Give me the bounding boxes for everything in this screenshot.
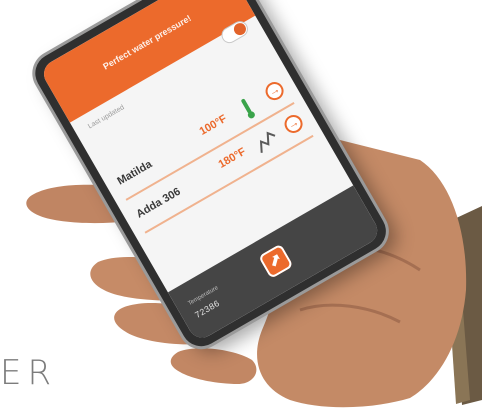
arrow-right-circle-icon[interactable]: → <box>281 111 306 137</box>
app-logo-icon[interactable]: ⬈ <box>258 243 294 280</box>
line-graph-icon <box>259 131 276 153</box>
device-temperature: 180°F <box>216 145 248 171</box>
device-temperature: 100°F <box>197 112 229 138</box>
arrow-right-circle-icon[interactable]: → <box>262 78 287 104</box>
thermometer-icon <box>241 99 255 119</box>
device-name: Matilda <box>115 158 155 188</box>
